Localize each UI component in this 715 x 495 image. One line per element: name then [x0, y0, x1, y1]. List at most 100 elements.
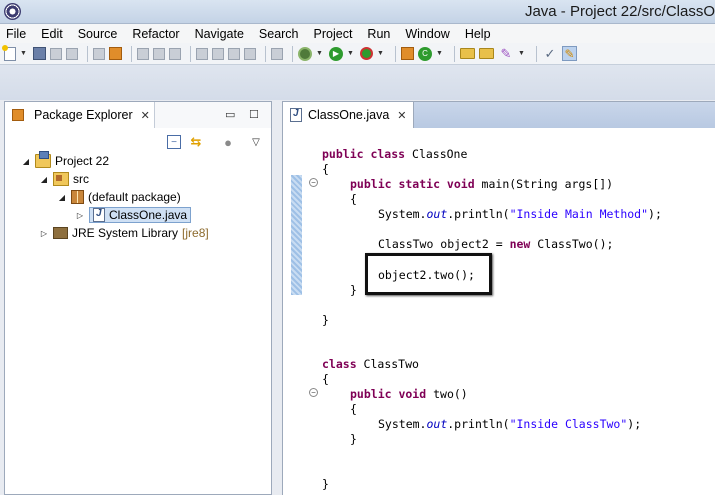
chevron-down-icon[interactable]: ▼ — [518, 46, 525, 62]
tree-item-src[interactable]: ◢ src — [39, 170, 89, 188]
tree-item-label: src — [73, 172, 89, 186]
undo-icon[interactable] — [137, 47, 149, 60]
run-icon[interactable]: ▶ — [329, 46, 343, 61]
toolbar-separator — [265, 45, 266, 62]
code-line: { — [350, 192, 357, 206]
new-icon[interactable] — [2, 44, 16, 61]
print-icon[interactable] — [66, 47, 78, 60]
collapse-all-icon[interactable]: − — [167, 135, 181, 149]
menu-file[interactable]: File — [6, 27, 26, 41]
pin-icon[interactable]: ✓ — [542, 46, 558, 62]
terminate-icon[interactable] — [228, 47, 240, 60]
tree-item-project[interactable]: ◢ Project 22 — [21, 151, 109, 170]
highlight-annotation-box — [365, 253, 492, 295]
tree-item-default-package[interactable]: ◢ (default package) — [57, 188, 181, 206]
save-all-icon[interactable] — [50, 47, 62, 60]
tree-item-selection: ClassOne.java — [89, 207, 192, 223]
code-line: public class ClassOne — [322, 147, 468, 161]
new-java-project-icon[interactable] — [401, 47, 414, 60]
collapse-arrow-icon[interactable]: ▷ — [75, 211, 85, 220]
menu-search[interactable]: Search — [259, 27, 299, 41]
code-line: System.out.println("Inside Main Method")… — [378, 207, 662, 221]
toolbar-separator — [87, 45, 88, 62]
skip-breakpoints-icon[interactable] — [271, 47, 283, 60]
eclipse-icon[interactable] — [4, 3, 21, 20]
code-line: { — [350, 402, 357, 416]
chevron-down-icon[interactable]: ▼ — [436, 46, 443, 62]
tree-item-label: ClassOne.java — [109, 208, 188, 222]
filter-icon[interactable]: ● — [221, 135, 235, 150]
code-line: } — [350, 283, 357, 297]
open-type-icon[interactable] — [109, 47, 122, 60]
new-class-icon[interactable]: C — [418, 46, 432, 61]
toolbar-separator — [395, 45, 396, 62]
collapse-arrow-icon[interactable]: ▷ — [39, 229, 49, 238]
menu-bar: File Edit Source Refactor Navigate Searc… — [0, 24, 715, 43]
open-project-icon[interactable] — [479, 48, 494, 59]
package-explorer-tab[interactable]: Package Explorer ✕ — [5, 102, 155, 128]
code-line: { — [322, 162, 329, 176]
maximize-icon[interactable]: ☐ — [249, 108, 259, 121]
overview-ruler-marker — [291, 175, 302, 295]
brush-icon[interactable]: ✎ — [562, 46, 577, 61]
code-line: public static void main(String args[]) — [350, 177, 614, 191]
code-line: System.out.println("Inside ClassTwo"); — [378, 417, 642, 431]
tree-item-label: (default package) — [88, 190, 181, 204]
suspend-icon[interactable] — [212, 47, 224, 60]
disconnect-icon[interactable] — [244, 47, 256, 60]
code-line: } — [322, 313, 329, 327]
menu-source[interactable]: Source — [78, 27, 118, 41]
tree-item-classone[interactable]: ▷ ClassOne.java — [75, 206, 192, 224]
expand-arrow-icon[interactable]: ◢ — [21, 157, 31, 166]
external-tools-icon[interactable] — [360, 47, 373, 60]
menu-refactor[interactable]: Refactor — [132, 27, 179, 41]
main-toolbar: ▼ ▼ ▶ ▼ ▼ C ▼ ✎ ▼ ✓ ✎ — [0, 43, 715, 65]
resume-icon[interactable] — [196, 47, 208, 60]
minimize-icon[interactable]: ▭ — [225, 108, 235, 121]
menu-run[interactable]: Run — [367, 27, 390, 41]
toolbar-separator — [190, 45, 191, 62]
view-header: ▭ ☐ — [155, 102, 271, 128]
title-bar: Java - Project 22/src/ClassO — [0, 0, 715, 24]
fold-icon[interactable]: − — [309, 178, 318, 187]
expand-arrow-icon[interactable]: ◢ — [57, 193, 67, 202]
close-icon[interactable]: ✕ — [141, 109, 150, 122]
view-menu-icon[interactable]: ▽ — [249, 135, 263, 149]
toolbar-separator — [131, 45, 132, 62]
chevron-down-icon[interactable]: ▼ — [20, 46, 27, 62]
chevron-down-icon[interactable]: ▼ — [347, 46, 354, 62]
wand-icon[interactable]: ✎ — [498, 46, 514, 62]
menu-window[interactable]: Window — [405, 27, 449, 41]
editor-tab-label: ClassOne.java — [308, 108, 390, 122]
open-folder-icon[interactable] — [460, 48, 475, 59]
code-line: class ClassTwo — [322, 357, 419, 371]
menu-help[interactable]: Help — [465, 27, 491, 41]
chevron-down-icon[interactable]: ▼ — [316, 46, 323, 62]
source-folder-icon — [53, 172, 69, 186]
open-task-icon[interactable] — [93, 47, 105, 60]
window-title: Java - Project 22/src/ClassO — [524, 3, 715, 20]
tree-item-jre[interactable]: ▷ JRE System Library [jre8] — [39, 224, 209, 242]
code-line: ClassTwo object2 = new ClassTwo(); — [378, 237, 614, 251]
fold-icon[interactable]: − — [309, 388, 318, 397]
save-icon[interactable] — [33, 47, 46, 60]
step-icon[interactable] — [169, 47, 181, 60]
close-icon[interactable]: ✕ — [397, 109, 406, 122]
code-line: } — [350, 432, 357, 446]
tree-item-label: JRE System Library — [72, 226, 179, 240]
code-line: } — [322, 477, 329, 491]
chevron-down-icon[interactable]: ▼ — [377, 46, 384, 62]
editor-tab-classone[interactable]: ClassOne.java ✕ — [283, 102, 414, 128]
toolbar-separator — [536, 45, 537, 62]
debug-icon[interactable] — [298, 46, 312, 61]
redo-icon[interactable] — [153, 47, 165, 60]
expand-arrow-icon[interactable]: ◢ — [39, 175, 49, 184]
java-file-icon — [290, 108, 302, 122]
package-icon — [71, 190, 84, 204]
editor-tab-area — [414, 102, 715, 128]
package-explorer-icon — [12, 109, 24, 121]
menu-navigate[interactable]: Navigate — [195, 27, 244, 41]
menu-edit[interactable]: Edit — [41, 27, 63, 41]
menu-project[interactable]: Project — [314, 27, 353, 41]
link-with-editor-icon[interactable]: ⇆ — [189, 134, 203, 149]
